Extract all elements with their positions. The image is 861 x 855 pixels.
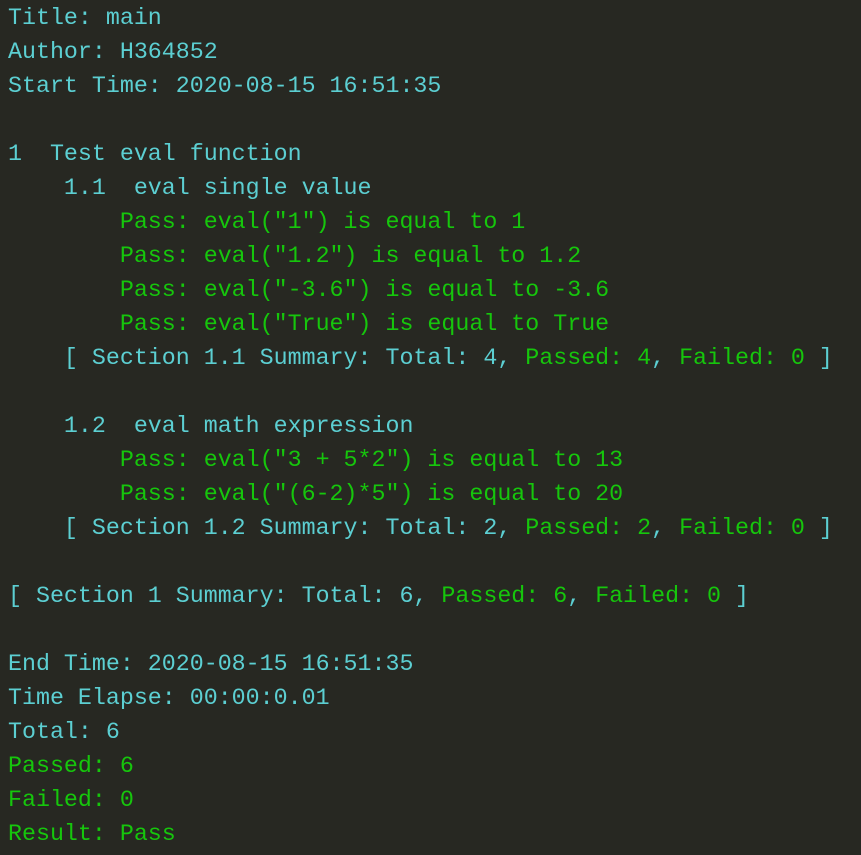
pass-text: Pass: eval("True") is equal to True <box>8 311 610 337</box>
info-text: Total: 6 <box>8 719 120 745</box>
info-text: Author: H364852 <box>8 39 218 65</box>
pass-text: Pass: eval("3 + 5*2") is equal to 13 <box>8 447 624 473</box>
terminal-line: Result: Pass <box>8 817 861 851</box>
terminal-line: Author: H364852 <box>8 35 861 69</box>
pass-text: Passed: 6 <box>8 753 134 779</box>
pass-text: Failed: 0 <box>595 583 722 609</box>
info-text: 1.1 eval single value <box>8 175 372 201</box>
terminal-line: Pass: eval("1") is equal to 1 <box>8 205 861 239</box>
terminal-line: 1.1 eval single value <box>8 171 861 205</box>
terminal-line: Pass: eval("1.2") is equal to 1.2 <box>8 239 861 273</box>
info-text: 1 Test eval function <box>8 141 302 167</box>
info-text: [ Section 1.1 Summary: Total: 4, <box>8 345 526 371</box>
pass-text: Pass: eval("1") is equal to 1 <box>8 209 526 235</box>
pass-text: Passed: 4 <box>525 345 652 371</box>
info-text: , <box>567 583 596 609</box>
pass-text: Pass: eval("(6-2)*5") is equal to 20 <box>8 481 624 507</box>
info-text: , <box>651 345 680 371</box>
info-text: Time Elapse: 00:00:0.01 <box>8 685 330 711</box>
terminal-line: End Time: 2020-08-15 16:51:35 <box>8 647 861 681</box>
terminal-line: Pass: eval("(6-2)*5") is equal to 20 <box>8 477 861 511</box>
terminal-line: Title: main <box>8 1 861 35</box>
pass-text: Failed: 0 <box>679 345 805 371</box>
terminal-output: Title: main Author: H364852 Start Time: 20… <box>0 0 861 851</box>
pass-text: Failed: 0 <box>8 787 134 813</box>
terminal-line: 1.2 eval math expression <box>8 409 861 443</box>
terminal-line: Pass: eval("True") is equal to True <box>8 307 861 341</box>
info-text: 1.2 eval math expression <box>8 413 414 439</box>
terminal-line: Failed: 0 <box>8 783 861 817</box>
terminal-line: Pass: eval("3 + 5*2") is equal to 13 <box>8 443 861 477</box>
pass-text: Pass: eval("-3.6") is equal to -3.6 <box>8 277 610 303</box>
info-text: End Time: 2020-08-15 16:51:35 <box>8 651 414 677</box>
info-text: Title: main <box>8 5 162 31</box>
terminal-line: Start Time: 2020-08-15 16:51:35 <box>8 69 861 103</box>
info-text: ] <box>721 583 749 609</box>
terminal-line: [ Section 1.1 Summary: Total: 4, Passed:… <box>8 341 861 375</box>
info-text: ] <box>804 345 833 371</box>
pass-text: Passed: 2 <box>525 515 652 541</box>
terminal-line: Time Elapse: 00:00:0.01 <box>8 681 861 715</box>
terminal-line: Pass: eval("-3.6") is equal to -3.6 <box>8 273 861 307</box>
terminal-line: Passed: 6 <box>8 749 861 783</box>
info-text: Start Time: 2020-08-15 16:51:35 <box>8 73 442 99</box>
pass-text: Result: Pass <box>8 821 176 847</box>
info-text: ] <box>804 515 833 541</box>
terminal-line: Total: 6 <box>8 715 861 749</box>
info-text: [ Section 1 Summary: Total: 6, <box>8 583 442 609</box>
pass-text: Failed: 0 <box>679 515 805 541</box>
terminal-line: [ Section 1 Summary: Total: 6, Passed: 6… <box>8 579 861 613</box>
info-text: [ Section 1.2 Summary: Total: 2, <box>8 515 526 541</box>
pass-text: Passed: 6 <box>441 583 568 609</box>
terminal-line: [ Section 1.2 Summary: Total: 2, Passed:… <box>8 511 861 545</box>
info-text: , <box>651 515 680 541</box>
terminal-line: 1 Test eval function <box>8 137 861 171</box>
pass-text: Pass: eval("1.2") is equal to 1.2 <box>8 243 582 269</box>
